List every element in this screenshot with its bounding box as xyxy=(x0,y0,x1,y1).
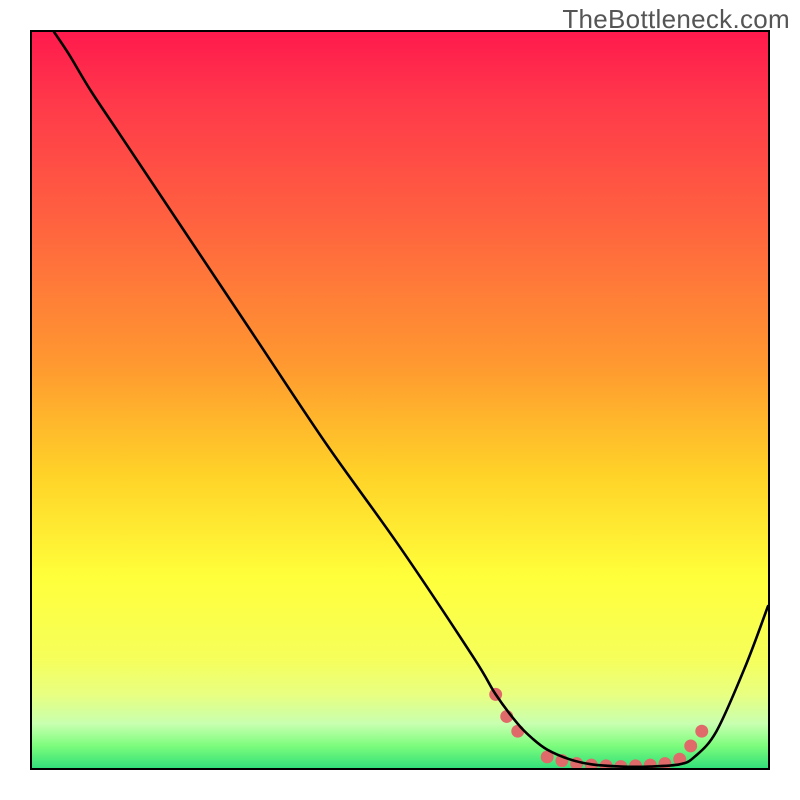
plot-area xyxy=(30,30,770,770)
bottleneck-curve xyxy=(54,32,768,767)
highlight-dot xyxy=(511,725,524,738)
chart-frame: TheBottleneck.com xyxy=(0,0,800,800)
highlight-dot xyxy=(684,739,697,752)
highlight-dot xyxy=(695,725,708,738)
chart-svg xyxy=(32,32,768,768)
